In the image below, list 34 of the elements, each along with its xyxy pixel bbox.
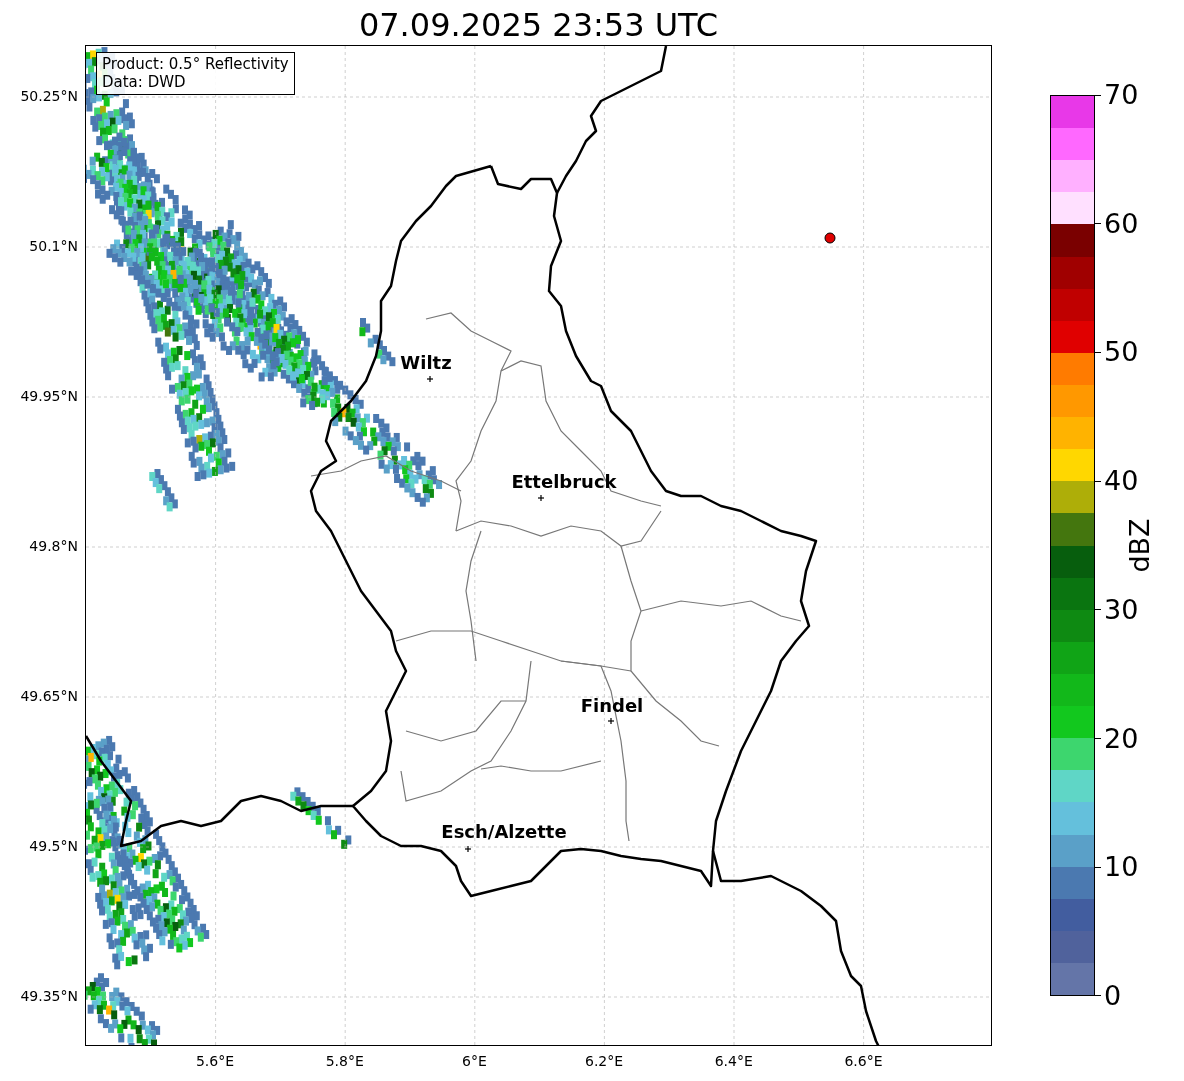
colorbar-tick-label: 50 bbox=[1104, 336, 1139, 369]
latitude-label: 49.65°N bbox=[20, 687, 78, 706]
longitude-label: 5.6°E bbox=[194, 1052, 236, 1071]
colorbar-tick-label: 60 bbox=[1104, 207, 1139, 240]
city-label: Esch/Alzette bbox=[441, 821, 567, 842]
city-marker-icon bbox=[464, 845, 472, 853]
colorbar-tick-label: 70 bbox=[1104, 79, 1139, 111]
city-marker-icon bbox=[537, 494, 545, 502]
city-label: Wiltz bbox=[400, 352, 452, 373]
longitude-label: 6.2°E bbox=[584, 1052, 625, 1071]
city-label: Findel bbox=[580, 695, 644, 716]
city-marker-icon bbox=[607, 717, 615, 725]
latitude-label: 49.8°N bbox=[29, 537, 78, 556]
longitude-label: 6°E bbox=[461, 1052, 488, 1071]
info-text: Product: 0.5° Reflectivity bbox=[102, 55, 289, 73]
latitude-label: 49.35°N bbox=[20, 987, 78, 1006]
info-text: Data: DWD bbox=[102, 73, 187, 91]
colorbar-tick-label: 20 bbox=[1104, 722, 1139, 755]
city-marker-icon bbox=[426, 375, 434, 383]
location-dot-icon bbox=[824, 232, 836, 244]
colorbar-title: dBZ bbox=[1123, 518, 1155, 573]
colorbar-tick-label: 30 bbox=[1104, 593, 1139, 626]
latitude-label: 49.5°N bbox=[29, 837, 78, 856]
colorbar-tick-label: 40 bbox=[1104, 465, 1139, 498]
longitude-label: 5.8°E bbox=[324, 1052, 365, 1071]
city-label: Ettelbruck bbox=[511, 471, 617, 492]
latitude-label: 50.1°N bbox=[29, 237, 78, 256]
colorbar-tick-label: 0 bbox=[1104, 979, 1122, 1012]
latitude-label: 50.25°N bbox=[20, 87, 78, 106]
longitude-label: 6.6°E bbox=[843, 1052, 884, 1071]
longitude-label: 6.4°E bbox=[713, 1052, 754, 1071]
latitude-label: 49.95°N bbox=[20, 387, 78, 406]
colorbar-tick-label: 10 bbox=[1104, 851, 1139, 884]
chart-title: 07.09.2025 23:53 UTC bbox=[358, 5, 719, 45]
